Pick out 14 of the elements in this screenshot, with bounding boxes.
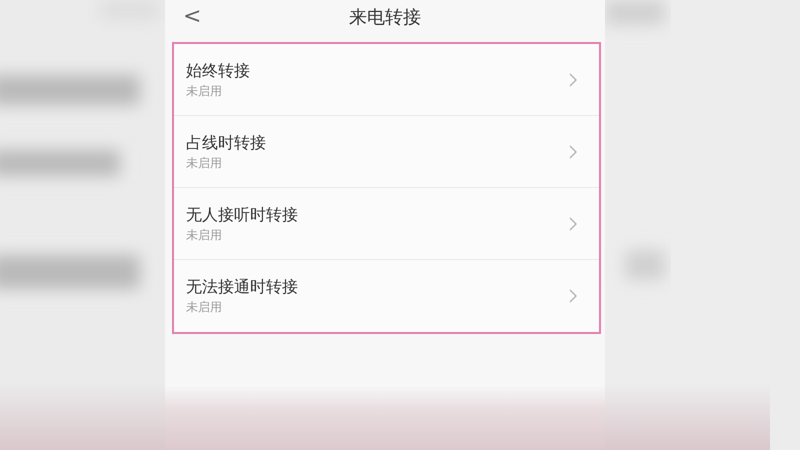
setting-status: 未启用 xyxy=(186,156,223,170)
chevron-icon[interactable] xyxy=(569,216,577,230)
setting-status: 未启用 xyxy=(186,228,223,242)
page-title: 来电转接 xyxy=(349,7,421,28)
chevron-icon[interactable] xyxy=(569,144,577,158)
back-button[interactable]: < xyxy=(183,6,202,28)
chevron-icon[interactable] xyxy=(569,72,577,86)
setting-title[interactable]: 无人接听时转接 xyxy=(186,204,298,224)
setting-status: 未启用 xyxy=(186,84,223,98)
setting-title[interactable]: 始终转接 xyxy=(186,60,250,80)
setting-title[interactable]: 无法接通时转接 xyxy=(186,277,298,296)
setting-status: 未启用 xyxy=(186,300,223,315)
setting-title[interactable]: 占线时转接 xyxy=(186,132,266,152)
chevron-icon[interactable] xyxy=(569,289,577,303)
